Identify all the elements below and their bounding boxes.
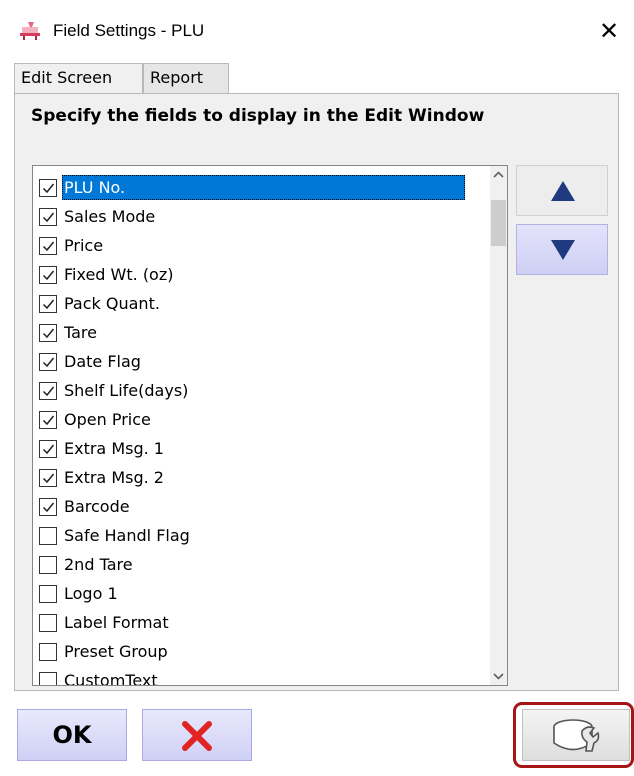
- checkmark-icon: [42, 502, 55, 513]
- list-item[interactable]: CustomText: [35, 666, 489, 686]
- list-item[interactable]: Sales Mode: [35, 202, 489, 231]
- list-item-label: Extra Msg. 2: [64, 468, 164, 487]
- checkbox-checked[interactable]: [39, 382, 57, 400]
- checkmark-icon: [42, 328, 55, 339]
- list-item[interactable]: Extra Msg. 1: [35, 434, 489, 463]
- list-item-label: PLU No.: [62, 175, 465, 200]
- checkbox-unchecked[interactable]: [39, 643, 57, 661]
- list-item-label: Sales Mode: [64, 207, 156, 226]
- checkbox-checked[interactable]: [39, 266, 57, 284]
- list-item-label: Barcode: [64, 497, 130, 516]
- list-item[interactable]: Fixed Wt. (oz): [35, 260, 489, 289]
- title-bar: Field Settings - PLU ✕: [0, 0, 634, 62]
- vertical-scrollbar[interactable]: [490, 166, 507, 685]
- list-item[interactable]: Label Format: [35, 608, 489, 637]
- list-item-label: Date Flag: [64, 352, 141, 371]
- checkmark-icon: [42, 473, 55, 484]
- list-item[interactable]: Extra Msg. 2: [35, 463, 489, 492]
- list-item-label: Safe Handl Flag: [64, 526, 190, 545]
- list-item-label: 2nd Tare: [64, 555, 133, 574]
- list-item-label: CustomText: [64, 671, 158, 686]
- close-button[interactable]: ✕: [594, 16, 624, 46]
- checkbox-checked[interactable]: [39, 411, 57, 429]
- list-item-label: Open Price: [64, 410, 151, 429]
- list-item-label: Extra Msg. 1: [64, 439, 164, 458]
- cancel-button[interactable]: [142, 709, 252, 761]
- checkmark-icon: [42, 415, 55, 426]
- list-item-label: Fixed Wt. (oz): [64, 265, 174, 284]
- list-item-label: Logo 1: [64, 584, 118, 603]
- checkmark-icon: [42, 212, 55, 223]
- checkmark-icon: [42, 241, 55, 252]
- list-item[interactable]: Open Price: [35, 405, 489, 434]
- tools-settings-button[interactable]: [522, 709, 630, 761]
- list-item[interactable]: Tare: [35, 318, 489, 347]
- checkmark-icon: [42, 386, 55, 397]
- move-up-button[interactable]: [516, 165, 608, 216]
- window-title: Field Settings - PLU: [53, 21, 205, 40]
- checkbox-checked[interactable]: [39, 324, 57, 342]
- list-item[interactable]: Pack Quant.: [35, 289, 489, 318]
- red-x-icon: [182, 721, 212, 751]
- app-icon: [19, 20, 41, 42]
- checkmark-icon: [42, 270, 55, 281]
- checkbox-unchecked[interactable]: [39, 672, 57, 685]
- checkbox-checked[interactable]: [39, 498, 57, 516]
- checkbox-unchecked[interactable]: [39, 585, 57, 603]
- checkbox-checked[interactable]: [39, 179, 57, 197]
- ok-button[interactable]: OK: [17, 709, 127, 761]
- checkmark-icon: [42, 357, 55, 368]
- checkbox-checked[interactable]: [39, 440, 57, 458]
- panel-heading: Specify the fields to display in the Edi…: [31, 106, 485, 126]
- list-item-label: Pack Quant.: [64, 294, 160, 313]
- checkbox-checked[interactable]: [39, 295, 57, 313]
- field-list[interactable]: CustomText Preset Group Label Format Logo 1…: [32, 165, 508, 686]
- list-item-label: Label Format: [64, 613, 169, 632]
- checkmark-icon: [42, 183, 55, 194]
- scroll-up-arrow-icon[interactable]: [490, 166, 507, 183]
- triangle-down-icon: [551, 240, 575, 260]
- tab-edit-screen[interactable]: Edit Screen: [14, 63, 143, 94]
- checkbox-checked[interactable]: [39, 208, 57, 226]
- field-settings-window: Field Settings - PLU ✕ Edit Screen Repor…: [0, 0, 634, 776]
- tab-report[interactable]: Report: [143, 63, 229, 93]
- scroll-thumb[interactable]: [491, 200, 506, 246]
- checkmark-icon: [42, 299, 55, 310]
- checkbox-checked[interactable]: [39, 353, 57, 371]
- edit-screen-panel: Specify the fields to display in the Edi…: [14, 93, 619, 691]
- bottom-button-bar: OK: [0, 692, 634, 776]
- wrench-icon: [553, 719, 600, 752]
- list-item[interactable]: PLU No.: [35, 173, 489, 202]
- move-down-button[interactable]: [516, 224, 608, 275]
- list-item-label: Price: [64, 236, 104, 255]
- list-item[interactable]: Preset Group: [35, 637, 489, 666]
- list-item[interactable]: Barcode: [35, 492, 489, 521]
- list-item[interactable]: Logo 1: [35, 579, 489, 608]
- list-item[interactable]: Date Flag: [35, 347, 489, 376]
- triangle-up-icon: [551, 181, 575, 201]
- checkbox-unchecked[interactable]: [39, 527, 57, 545]
- checkbox-unchecked[interactable]: [39, 556, 57, 574]
- checkmark-icon: [42, 444, 55, 455]
- list-item-label: Shelf Life(days): [64, 381, 189, 400]
- checkbox-checked[interactable]: [39, 469, 57, 487]
- checkbox-checked[interactable]: [39, 237, 57, 255]
- list-item[interactable]: Shelf Life(days): [35, 376, 489, 405]
- scroll-down-arrow-icon[interactable]: [490, 668, 507, 685]
- list-item[interactable]: 2nd Tare: [35, 550, 489, 579]
- list-item-label: Tare: [64, 323, 97, 342]
- checkbox-unchecked[interactable]: [39, 614, 57, 632]
- list-item[interactable]: Price: [35, 231, 489, 260]
- list-item[interactable]: Safe Handl Flag: [35, 521, 489, 550]
- list-item-label: Preset Group: [64, 642, 168, 661]
